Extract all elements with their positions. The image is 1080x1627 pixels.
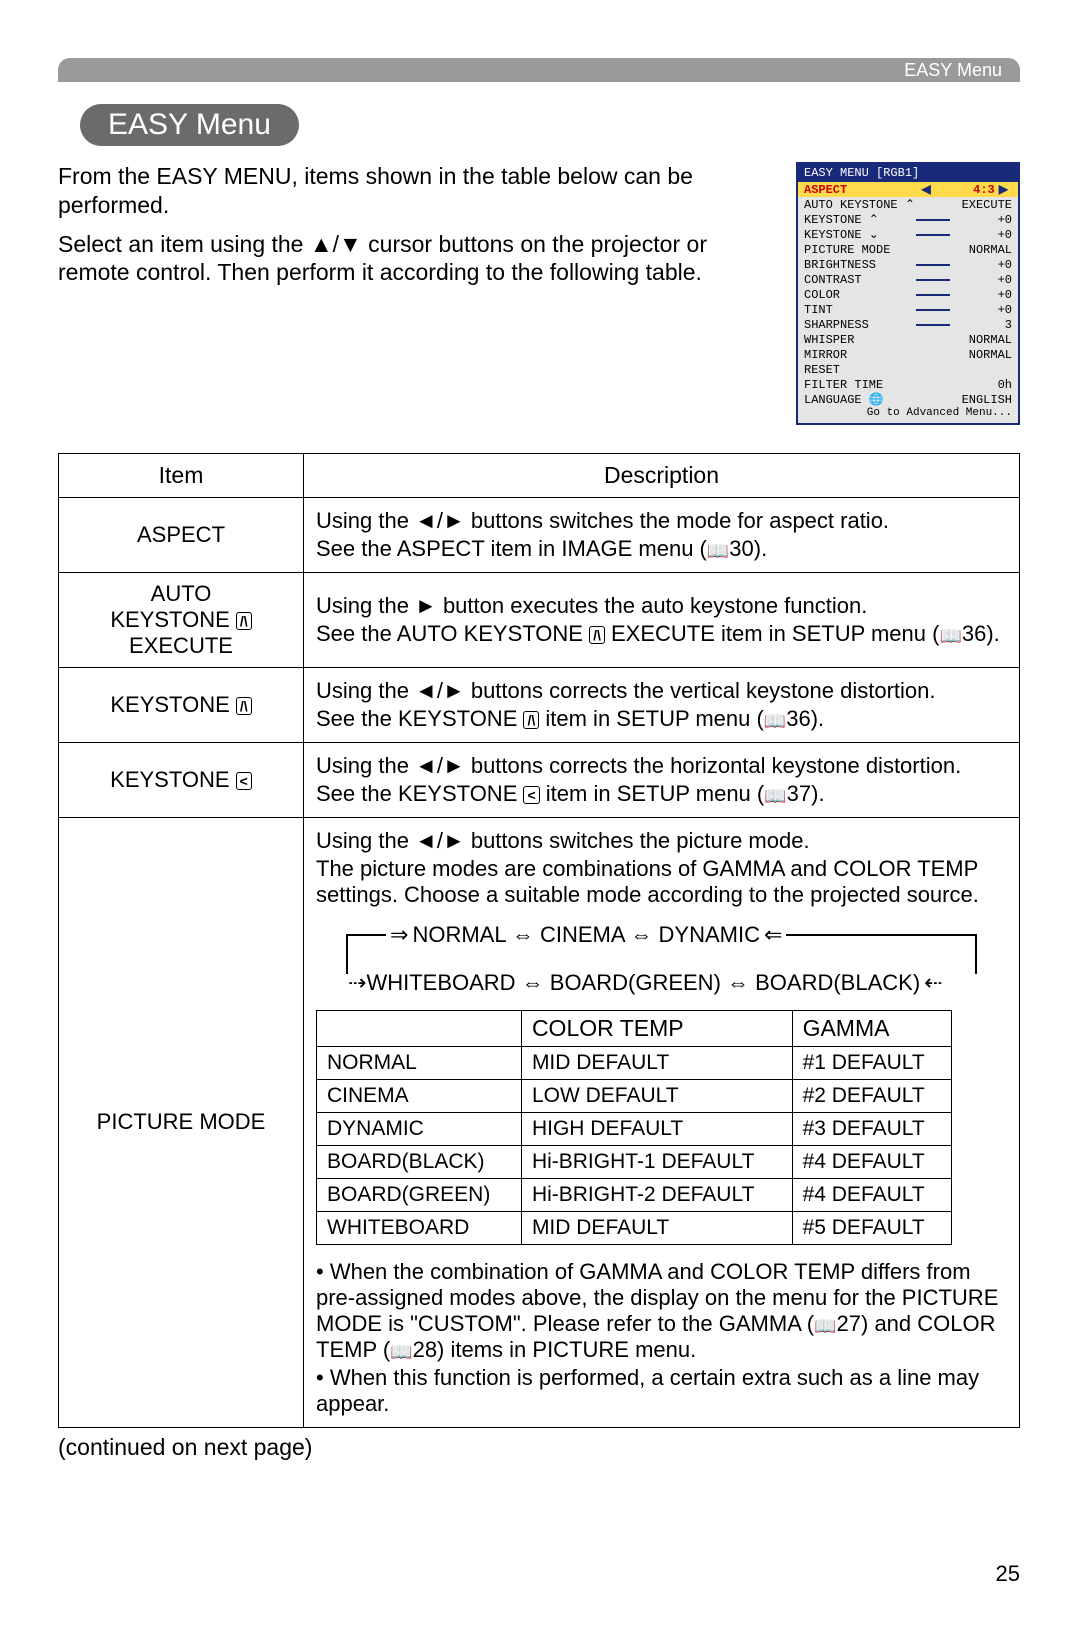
desc-cell: Using the ◄/► buttons corrects the horiz… — [304, 742, 1020, 817]
section-title: EASY Menu — [108, 108, 271, 141]
osd-row: MIRRORNORMAL — [798, 347, 1018, 362]
picture-mode-inner-table: COLOR TEMPGAMMA NORMALMID DEFAULT#1 DEFA… — [316, 1010, 952, 1245]
book-icon — [764, 706, 786, 731]
osd-row: WHISPERNORMAL — [798, 332, 1018, 347]
book-icon — [764, 781, 786, 806]
item-cell: AUTOKEYSTONE /\EXECUTE — [59, 572, 304, 667]
desc-cell: Using the ► button executes the auto key… — [304, 572, 1020, 667]
page-number: 25 — [58, 1561, 1020, 1587]
desc-cell: Using the ◄/► buttons switches the mode … — [304, 497, 1020, 572]
continued-note: (continued on next page) — [58, 1434, 1020, 1461]
mode-cycle: ⇒ NORMAL ⇔ CINEMA ⇔ DYNAMIC ⇐ ⇢ WHITEBOA… — [346, 922, 977, 996]
desc-picture-mode: Using the ◄/► buttons switches the pictu… — [304, 817, 1020, 1427]
book-icon — [707, 536, 729, 561]
osd-row: FILTER TIME0h — [798, 377, 1018, 392]
osd-row: LANGUAGE 🌐ENGLISH — [798, 392, 1018, 407]
th-desc: Description — [304, 453, 1020, 497]
osd-row: PICTURE MODENORMAL — [798, 242, 1018, 257]
section-chip: EASY Menu — [80, 104, 299, 146]
osd-title: EASY MENU [RGB1] — [798, 164, 1018, 182]
desc-cell: Using the ◄/► buttons corrects the verti… — [304, 667, 1020, 742]
header-tab: EASY Menu — [58, 58, 1020, 82]
osd-footer: Go to Advanced Menu... — [798, 407, 1018, 422]
intro-p1: From the EASY MENU, items shown in the t… — [58, 162, 776, 220]
intro-p2: Select an item using the ▲/▼ cursor butt… — [58, 230, 776, 288]
osd-row: KEYSTONE ⌃+0 — [798, 212, 1018, 227]
item-picture-mode: PICTURE MODE — [59, 817, 304, 1427]
osd-row: COLOR+0 — [798, 287, 1018, 302]
osd-row: AUTO KEYSTONE ⌃EXECUTE — [798, 197, 1018, 212]
book-icon — [814, 1311, 836, 1336]
osd-row: ASPECT◀4:3▶ — [798, 182, 1018, 197]
osd-row: BRIGHTNESS+0 — [798, 257, 1018, 272]
osd-row: TINT+0 — [798, 302, 1018, 317]
book-icon — [939, 621, 961, 646]
easy-menu-table: Item Description ASPECTUsing the ◄/► but… — [58, 453, 1020, 1428]
th-item: Item — [59, 453, 304, 497]
osd-row: KEYSTONE ⌄+0 — [798, 227, 1018, 242]
osd-panel: EASY MENU [RGB1] ASPECT◀4:3▶AUTO KEYSTON… — [796, 162, 1020, 425]
item-cell: KEYSTONE /\ — [59, 667, 304, 742]
book-icon — [390, 1337, 412, 1362]
intro-text: From the EASY MENU, items shown in the t… — [58, 162, 796, 297]
header-tab-label: EASY Menu — [904, 60, 1002, 81]
osd-row: SHARPNESS3 — [798, 317, 1018, 332]
osd-row: CONTRAST+0 — [798, 272, 1018, 287]
item-cell: ASPECT — [59, 497, 304, 572]
osd-row: RESET — [798, 362, 1018, 377]
item-cell: KEYSTONE < — [59, 742, 304, 817]
